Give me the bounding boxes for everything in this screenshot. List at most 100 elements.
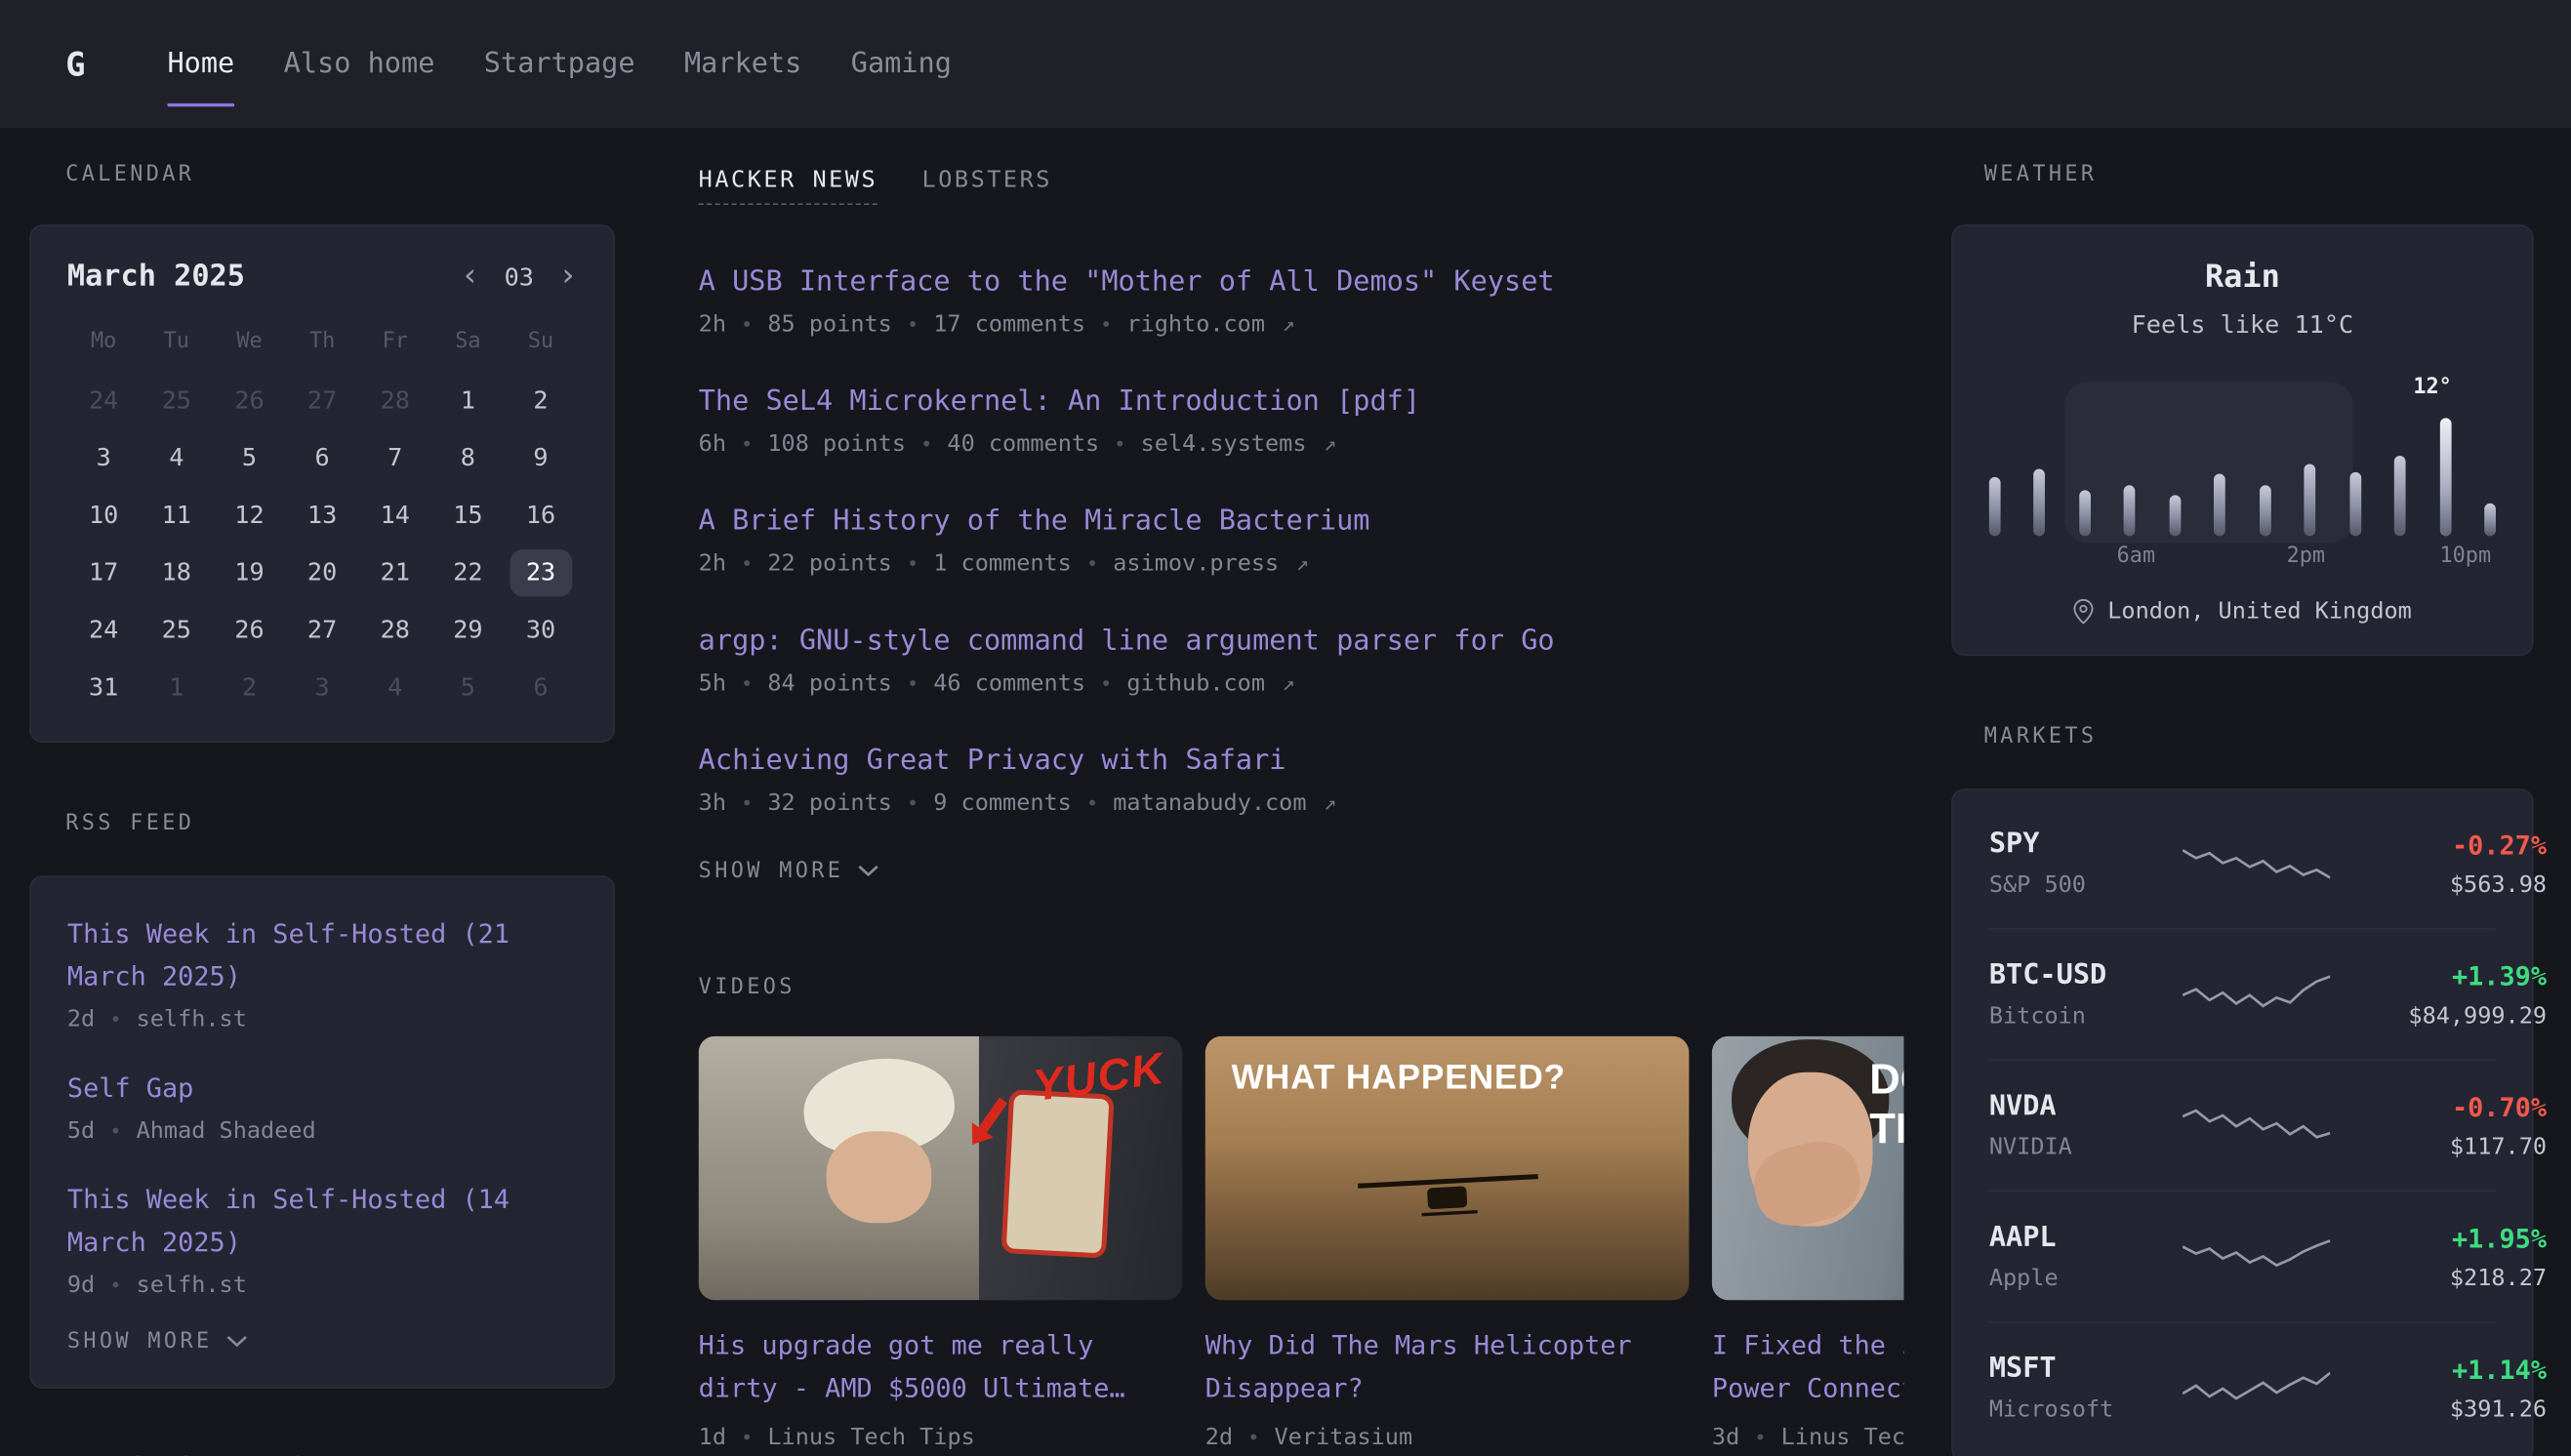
calendar-day: 3 xyxy=(291,664,353,711)
external-link-icon: ↗ xyxy=(1283,313,1295,338)
calendar-day: 29 xyxy=(436,607,499,655)
market-name: S&P 500 xyxy=(1989,872,2183,899)
hn-item-domain[interactable]: asimov.press xyxy=(1113,550,1279,577)
hn-item-domain[interactable]: github.com xyxy=(1126,670,1265,697)
dot-separator xyxy=(907,671,918,695)
hn-item-title[interactable]: argp: GNU-style command line argument pa… xyxy=(699,625,1555,658)
market-change: -0.27% xyxy=(2330,829,2547,860)
hn-item: A Brief History of the Miracle Bacterium… xyxy=(699,504,1904,577)
calendar-grid: 2425262728123456789101112131415161718192… xyxy=(67,377,577,711)
market-symbol[interactable]: BTC-USD xyxy=(1989,959,2183,992)
rss-item-title[interactable]: This Week in Self-Hosted (14 March 2025) xyxy=(67,1183,510,1256)
hn-item-domain[interactable]: sel4.systems xyxy=(1141,431,1307,458)
video-title[interactable]: His upgrade got me really dirty - AMD $5… xyxy=(699,1324,1183,1409)
weather-location-text: London, United Kingdom xyxy=(2107,598,2412,625)
tab-lobsters[interactable]: LOBSTERS xyxy=(922,167,1052,193)
rss-widget: This Week in Self-Hosted (21 March 2025)… xyxy=(29,875,615,1388)
weather-location: London, United Kingdom xyxy=(1989,598,2496,625)
main-nav: Home Also home Startpage Markets Gaming xyxy=(167,0,952,128)
market-symbol[interactable]: NVDA xyxy=(1989,1090,2183,1123)
thumbnail-arrow-art xyxy=(977,1097,1007,1135)
hn-item-domain[interactable]: matanabudy.com xyxy=(1113,789,1306,816)
calendar-day: 1 xyxy=(436,377,499,425)
weather-bar xyxy=(2124,485,2136,536)
rss-item-title[interactable]: This Week in Self-Hosted (21 March 2025) xyxy=(67,918,510,991)
hn-item-title[interactable]: Achieving Great Privacy with Safari xyxy=(699,744,1286,777)
nav-tab-also-home[interactable]: Also home xyxy=(284,0,435,128)
weather-bar xyxy=(2305,464,2316,536)
calendar-weekday-row: Mo Tu We Th Fr Sa Su xyxy=(67,330,577,354)
market-quote: +1.39% $84,999.29 xyxy=(2330,960,2547,1030)
dot-separator xyxy=(907,552,918,576)
hn-item-domain[interactable]: righto.com xyxy=(1126,311,1265,338)
chevron-right-icon[interactable]: › xyxy=(558,261,577,292)
hn-show-more-button[interactable]: SHOW MORE xyxy=(699,859,1904,883)
markets-section-title: MARKETS xyxy=(1984,725,2534,749)
market-symbol[interactable]: AAPL xyxy=(1989,1222,2183,1255)
video-thumbnail[interactable]: DO TH xyxy=(1712,1035,1904,1299)
hn-item-comments[interactable]: 17 comments xyxy=(933,311,1085,338)
calendar-day: 6 xyxy=(510,664,572,711)
rss-show-more-button[interactable]: SHOW MORE xyxy=(67,1329,577,1354)
hn-item-points: 32 points xyxy=(767,789,891,816)
calendar-day: 12 xyxy=(219,492,281,540)
nav-tab-markets[interactable]: Markets xyxy=(684,0,801,128)
weather-widget: Rain Feels like 11°C 12° 6am 2pm 10pm Lo… xyxy=(1951,224,2533,656)
market-symbol[interactable]: SPY xyxy=(1989,828,2183,861)
nav-tab-home[interactable]: Home xyxy=(167,0,234,128)
hn-item-time: 2h xyxy=(699,550,726,577)
video-channel[interactable]: Linus Tech Tips xyxy=(1781,1424,1904,1450)
video-thumbnail[interactable]: YUCK xyxy=(699,1035,1183,1299)
weekday-label: Th xyxy=(286,330,359,354)
hn-item-time: 2h xyxy=(699,311,726,338)
app-logo[interactable]: G xyxy=(65,0,85,128)
hn-item-comments[interactable]: 40 comments xyxy=(947,431,1099,458)
hn-item-comments[interactable]: 46 comments xyxy=(933,670,1085,697)
hn-item-title[interactable]: The SeL4 Microkernel: An Introduction [p… xyxy=(699,385,1420,419)
tab-hacker-news[interactable]: HACKER NEWS xyxy=(699,167,877,205)
nav-tab-gaming[interactable]: Gaming xyxy=(851,0,952,128)
calendar-month-number: 03 xyxy=(505,262,534,291)
calendar-day: 18 xyxy=(145,549,208,597)
chevron-left-icon[interactable]: ‹ xyxy=(461,261,479,292)
weather-time-label: 10pm xyxy=(2439,545,2491,569)
weather-bar xyxy=(2169,496,2181,536)
hn-item-title[interactable]: A Brief History of the Miracle Bacterium xyxy=(699,505,1370,538)
video-channel[interactable]: Linus Tech Tips xyxy=(767,1424,974,1450)
market-row: BTC-USD Bitcoin +1.39% $84,999.29 xyxy=(1989,928,2496,1059)
thumbnail-overlay-text: WHAT HAPPENED? xyxy=(1232,1059,1673,1098)
hn-item-time: 6h xyxy=(699,431,726,458)
calendar-day: 10 xyxy=(72,492,135,540)
show-more-label: SHOW MORE xyxy=(699,859,844,883)
market-info: BTC-USD Bitcoin xyxy=(1989,959,2183,1030)
rss-item-meta: 2dselfh.st xyxy=(67,1006,577,1032)
market-price: $117.70 xyxy=(2330,1134,2547,1160)
video-channel[interactable]: Veritasium xyxy=(1275,1424,1413,1450)
weather-time-label: 2pm xyxy=(2287,545,2325,569)
left-column: CALENDAR March 2025 ‹ 03 › Mo Tu We Th F… xyxy=(29,162,615,1456)
rss-item: This Week in Self-Hosted (14 March 2025)… xyxy=(67,1178,577,1297)
dot-separator xyxy=(1086,791,1098,815)
nav-tab-startpage[interactable]: Startpage xyxy=(484,0,635,128)
hn-item-comments[interactable]: 9 comments xyxy=(933,789,1072,816)
dot-separator xyxy=(109,1274,121,1297)
market-change: -0.70% xyxy=(2330,1091,2547,1122)
videos-carousel: YUCK His upgrade got me really dirty - A… xyxy=(699,1035,1904,1450)
video-meta: 1dLinus Tech Tips xyxy=(699,1424,1183,1450)
calendar-day: 8 xyxy=(436,434,499,482)
video-title[interactable]: I Fixed the 5090 Power Connector xyxy=(1712,1324,1904,1409)
market-symbol[interactable]: MSFT xyxy=(1989,1353,2183,1386)
weather-feels-like: Feels like 11°C xyxy=(1989,310,2496,340)
hn-item-comments[interactable]: 1 comments xyxy=(933,550,1072,577)
weather-bar xyxy=(2394,456,2406,537)
video-thumbnail[interactable]: WHAT HAPPENED? xyxy=(1205,1035,1690,1299)
market-name: Microsoft xyxy=(1989,1396,2183,1423)
thumbnail-overlay-text: DO TH xyxy=(1869,1055,1903,1153)
calendar-day: 26 xyxy=(219,377,281,425)
weekday-label: We xyxy=(213,330,286,354)
market-change: +1.39% xyxy=(2330,960,2547,991)
show-more-label: SHOW MORE xyxy=(67,1329,213,1354)
video-title[interactable]: Why Did The Mars Helicopter Disappear? xyxy=(1205,1324,1690,1409)
hn-item-title[interactable]: A USB Interface to the "Mother of All De… xyxy=(699,265,1555,299)
rss-item-title[interactable]: Self Gap xyxy=(67,1072,193,1103)
